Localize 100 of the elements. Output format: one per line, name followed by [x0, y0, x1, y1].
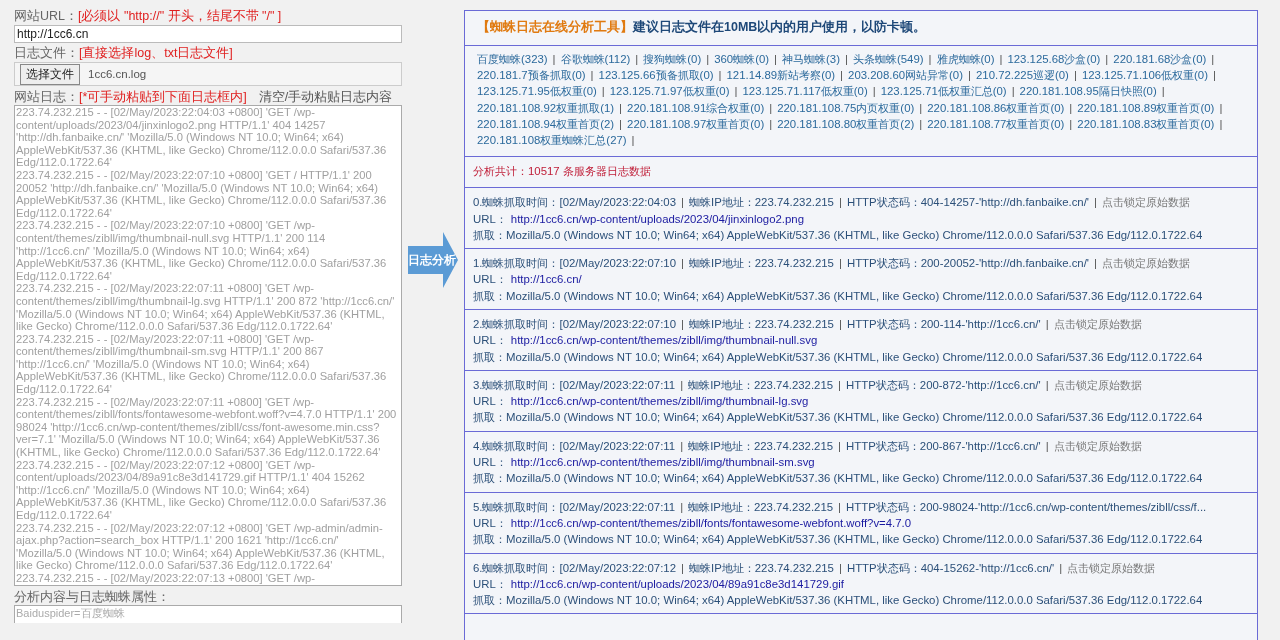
spider-link[interactable]: 123.125.71.106低权重(0) [1081, 69, 1208, 82]
lock-data-link[interactable]: 点击锁定原始数据 [1053, 378, 1142, 391]
url-link[interactable]: http://1cc6.cn/wp-content/themes/zibll/img/thumbnail-sm.svg [510, 456, 815, 469]
separator: | [1011, 85, 1015, 98]
spider-link[interactable]: 220.181.108.75内页权重(0) [777, 101, 915, 114]
spider-link[interactable]: 百度蜘蛛(323) [477, 53, 548, 65]
spider-link[interactable]: 123.125.71.95低权重(0) [477, 85, 597, 98]
separator: | [631, 134, 635, 146]
user-agent: 抓取：Mozilla/5.0 (Windows NT 10.0; Win64; x64) AppleWebKit/537.36 (KHTML, like Gecko) Chrome/112.0.0.0 Safari/537.36 Edg/112.0.1722.64 [473, 289, 1203, 302]
spider-link[interactable]: 220.181.108.80权重首页(2) [777, 117, 915, 130]
separator: | [919, 117, 923, 130]
spider-link[interactable]: 123.125.71.117低权重(0) [742, 85, 868, 98]
log-textarea[interactable] [14, 105, 402, 586]
spider-ip: 蜘蛛IP地址：223.74.232.215 [688, 439, 834, 452]
log-line: 223.74.232.215 - - [02/May/2023:22:07:12 +0800] 'GET /wp-content/uploads/2023/04/89a91c8e3d141729.gif HTTP/1.1' 404 15262 'http://1cc6.cn/' 'Mozilla/5.0 (Windows NT 10.0; Win64; x64) AppleWebKit/537.36 (KHTML, like Gecko) Chrome/112.0.0.0 Safari/537.36 Edg/112.0.1722.64' [16, 458, 388, 522]
spider-link[interactable]: 210.72.225巡逻(0) [975, 69, 1069, 82]
url-label: URL： [473, 273, 507, 286]
log-line: 223.74.232.215 - - [02/May/2023:22:07:13 +0800] 'GET /wp- [16, 571, 316, 585]
spider-link[interactable]: 雅虎蜘蛛(0) [936, 53, 995, 65]
crawl-time: 5.蜘蛛抓取时间：[02/May/2023:22:07:11 [473, 500, 676, 513]
spider-link[interactable]: 220.181.108.91综合权重(0) [627, 101, 765, 114]
spider-link[interactable]: 123.125.66预备抓取(0) [598, 69, 714, 82]
http-status: HTTP状态码：200-20052-'http://dh.fanbaike.cn/' [846, 257, 1090, 270]
lock-data-link[interactable]: 点击锁定原始数据 [1102, 196, 1190, 209]
spider-link[interactable]: 谷歌蜘蛛(112) [560, 53, 631, 65]
spider-link[interactable]: 220.181.108权重蜘蛛汇总(27) [477, 134, 627, 146]
url-label: URL： [473, 212, 507, 225]
separator: | [1069, 101, 1073, 114]
hint-text: [*可手动粘贴到下面日志框内] [79, 90, 247, 104]
log-line: 223.74.232.215 - - [02/May/2023:22:07:10 +0800] 'GET / HTTP/1.1' 200 20052 'http://dh.fanbaike.cn/' 'Mozilla/5.0 (Windows NT 10.0; Win64; x64) AppleWebKit/537.36 (KHTML, like Gecko) Chrome/112.0.0.0 Safari/537.36 Edg/112.0.1722.64' [16, 168, 388, 220]
hint-text: [直接选择log、txt日志文件] [79, 46, 233, 60]
separator: | [1059, 561, 1063, 574]
url-link[interactable]: http://1cc6.cn/wp-content/themes/zibll/img/thumbnail-null.svg [510, 334, 818, 347]
log-line: 223.74.232.215 - - [02/May/2023:22:07:11 +0800] 'GET /wp-content/themes/zibll/img/thumbnail-sm.svg HTTP/1.1' 200 867 'http://1cc6.cn/' 'Mozilla/5.0 (Windows NT 10.0; Win64; x64) AppleWebKit/537.36 (KHTML, like Gecko) Chrome/112.0.0.0 Safari/537.36 Edg/112.0.1722.64' [16, 332, 388, 396]
separator: | [840, 69, 844, 82]
crawl-time: 0.蜘蛛抓取时间：[02/May/2023:22:04:03 [473, 196, 677, 209]
spider-link[interactable]: 123.125.71.97低权重(0) [609, 85, 730, 98]
hint-text: [必须以 "http://" 开头，结尾不带 "/" ] [78, 9, 282, 23]
tip-text: 建议日志文件在10MB以内的用户使用，以防卡顿。 [633, 20, 927, 34]
separator: | [590, 69, 594, 82]
user-agent: 抓取：Mozilla/5.0 (Windows NT 10.0; Win64; x64) AppleWebKit/537.36 (KHTML, like Gecko) Chrome/112.0.0.0 Safari/537.36 Edg/112.0.1722.64 [473, 472, 1203, 485]
separator: | [681, 196, 684, 209]
crawl-time: 3.蜘蛛抓取时间：[02/May/2023:22:07:11 [473, 378, 676, 391]
spider-link[interactable]: 220.181.108.97权重首页(0) [627, 117, 765, 130]
separator: | [968, 69, 971, 82]
separator: | [681, 257, 684, 270]
spider-ip: 蜘蛛IP地址：223.74.232.215 [688, 500, 834, 513]
url-link[interactable]: http://1cc6.cn/ [510, 273, 582, 286]
lock-data-link[interactable]: 点击锁定原始数据 [1053, 439, 1142, 452]
spider-link[interactable]: 220.181.108.94权重首页(2) [477, 117, 615, 130]
separator: | [680, 439, 684, 452]
choose-file-button[interactable]: 选择文件 [20, 63, 80, 85]
analyze-button[interactable]: 日志分析 [408, 232, 458, 288]
spider-link[interactable]: 220.181.108.95隔日快照(0) [1019, 85, 1157, 98]
separator: | [872, 85, 876, 98]
lock-data-link[interactable]: 点击锁定原始数据 [1067, 561, 1156, 574]
field-label: 分析内容与日志蜘蛛属性： [14, 589, 170, 604]
url-input[interactable]: http://1cc6.cn [14, 25, 402, 43]
spider-link[interactable]: 360蜘蛛(0) [714, 53, 770, 65]
lock-data-link[interactable]: 点击锁定原始数据 [1102, 257, 1190, 270]
spider-link[interactable]: 220.181.108.92权重抓取(1) [477, 101, 615, 114]
crawl-time: 6.蜘蛛抓取时间：[02/May/2023:22:07:12 [473, 561, 677, 574]
spider-link[interactable]: 220.181.68沙盒(0) [1113, 53, 1207, 65]
separator: | [769, 101, 773, 114]
separator: | [601, 85, 605, 98]
separator: | [718, 69, 722, 82]
file-field[interactable]: 选择文件 1cc6.cn.log [14, 62, 402, 86]
spider-link[interactable]: 203.208.60网站异常(0) [848, 69, 963, 82]
separator: | [838, 378, 842, 391]
url-link[interactable]: http://1cc6.cn/wp-content/themes/zibll/img/thumbnail-lg.svg [510, 395, 809, 408]
lock-data-link[interactable]: 点击锁定原始数据 [1053, 318, 1142, 330]
tool-title: 【蜘蛛日志在线分析工具】 [477, 20, 633, 34]
log-line: 223.74.232.215 - - [02/May/2023:22:07:12 +0800] 'GET /wp-admin/admin-ajax.php?action=search_box HTTP/1.1' 200 1621 'http://1cc6.cn/' 'Mozilla/5.0 (Windows NT 10.0; Win64; x64) AppleWebKit/537.36 (KHTML, like Gecko) Chrome/112.0.0.0 Safari/537.36 Edg/112.0.1722.64' [16, 521, 386, 572]
spider-link[interactable]: 搜狗蜘蛛(0) [643, 53, 702, 65]
crawl-time: 1.蜘蛛抓取时间：[02/May/2023:22:07:10 [473, 257, 677, 270]
spider-link[interactable]: 220.181.108.86权重首页(0) [927, 101, 1065, 114]
spider-ip: 蜘蛛IP地址：223.74.232.215 [689, 257, 834, 270]
spider-link[interactable]: 神马蜘蛛(3) [782, 53, 840, 65]
url-link[interactable]: http://1cc6.cn/wp-content/uploads/2023/04/89a91c8e3d141729.gif [510, 577, 844, 590]
spider-link[interactable]: 123.125.71低权重汇总(0) [880, 85, 1007, 98]
url-link[interactable]: http://1cc6.cn/wp-content/themes/zibll/fonts/fontawesome-webfont.woff?v=4.7.0 [510, 516, 912, 529]
spider-link[interactable]: 220.181.7预备抓取(0) [477, 69, 586, 82]
separator: | [838, 257, 842, 270]
spider-link[interactable]: 121.14.89新站考察(0) [726, 69, 836, 82]
user-agent: 抓取：Mozilla/5.0 (Windows NT 10.0; Win64; x64) AppleWebKit/537.36 (KHTML, like Gecko) Chrome/112.0.0.0 Safari/537.36 Edg/112.0.1722.64 [473, 350, 1203, 363]
separator: | [838, 196, 842, 209]
clear-log-link[interactable]: 清空/手动粘贴日志内容 [258, 90, 393, 104]
spider-link[interactable]: 头条蜘蛛(549) [852, 53, 924, 65]
spider-link[interactable]: 220.181.108.89权重首页(0) [1077, 101, 1215, 114]
separator: | [635, 53, 639, 65]
url-label: URL： [473, 334, 507, 347]
crawl-time: 2.蜘蛛抓取时间：[02/May/2023:22:07:10 [473, 318, 677, 330]
field-label: 网站日志： [14, 90, 79, 104]
user-agent: 抓取：Mozilla/5.0 (Windows NT 10.0; Win64; x64) AppleWebKit/537.36 (KHTML, like Gecko) Chrome/112.0.0.0 Safari/537.36 Edg/112.0.1722.64 [473, 228, 1203, 241]
spider-link[interactable]: 220.181.108.77权重首页(0) [927, 117, 1065, 130]
separator: | [619, 117, 623, 130]
url-label: URL： [473, 456, 507, 469]
url-link[interactable]: http://1cc6.cn/wp-content/uploads/2023/04/jinxinlogo2.png [510, 212, 804, 225]
spider-link[interactable]: 123.125.68沙盒(0) [1007, 53, 1101, 65]
spider-link[interactable]: 220.181.108.83权重首页(0) [1077, 117, 1215, 130]
